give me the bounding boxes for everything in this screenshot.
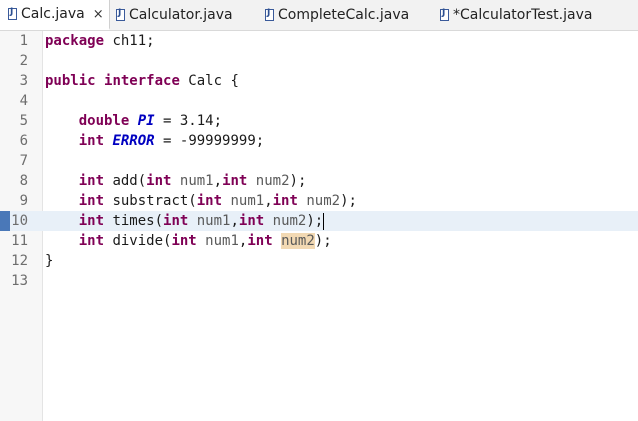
line-number: 9 <box>19 193 28 209</box>
keyword: int <box>78 233 105 249</box>
code-text: ); <box>314 233 332 249</box>
tab-label: Calculator.java <box>129 7 233 23</box>
code-line: 2 <box>0 51 638 71</box>
line-number: 6 <box>19 133 28 149</box>
text-caret <box>323 212 325 230</box>
code-text: = 3.14; <box>154 113 223 129</box>
current-code-line: 10 int times(int num1,int num2); <box>0 211 638 231</box>
java-file-icon <box>440 8 449 21</box>
constant-name: ERROR <box>112 133 155 149</box>
keyword: interface <box>104 73 180 89</box>
keyword: int <box>78 133 105 149</box>
method-name: times( <box>104 213 164 229</box>
method-name: substract( <box>104 193 197 209</box>
method-name: add( <box>104 173 147 189</box>
param-name: num1 <box>171 173 214 189</box>
keyword: int <box>146 173 172 189</box>
keyword: int <box>171 233 197 249</box>
param-name: num1 <box>188 213 231 229</box>
tab-completecalc-java[interactable]: CompleteCalc.java <box>265 0 409 30</box>
constant-name: PI <box>137 113 155 129</box>
line-number: 10 <box>11 213 28 229</box>
line-number: 3 <box>19 73 28 89</box>
keyword: int <box>78 173 105 189</box>
param-name: num1 <box>222 193 265 209</box>
keyword: int <box>196 193 223 209</box>
code-line: 6 int ERROR = -99999999; <box>0 131 638 151</box>
code-text: Calc { <box>179 73 239 89</box>
tab-label: *CalculatorTest.java <box>453 7 593 23</box>
line-number: 11 <box>11 233 28 249</box>
tab-calculator-java[interactable]: Calculator.java <box>116 0 233 30</box>
code-line: 3 public interface Calc { <box>0 71 638 91</box>
line-number: 12 <box>11 253 28 269</box>
keyword: int <box>238 213 265 229</box>
param-name: num1 <box>196 233 239 249</box>
line-number: 8 <box>19 173 28 189</box>
editor-tab-bar: Calc.java × Calculator.java CompleteCalc… <box>0 0 638 31</box>
keyword: public <box>45 73 96 89</box>
tab-label: CompleteCalc.java <box>278 7 410 23</box>
highlighted-param-name: num2 <box>281 233 315 249</box>
line-number: 7 <box>19 153 28 169</box>
code-line: 5 double PI = 3.14; <box>0 111 638 131</box>
code-text: ); <box>306 213 324 229</box>
keyword: int <box>272 193 298 209</box>
code-line: 1 package ch11; <box>0 31 638 51</box>
keyword: double <box>78 113 130 129</box>
keyword: package <box>45 33 105 49</box>
java-file-icon <box>116 8 125 21</box>
method-name: divide( <box>104 233 172 249</box>
param-name: num2 <box>297 193 341 209</box>
code-line: 12 } <box>0 251 638 271</box>
code-text: ch11; <box>104 33 155 49</box>
code-line: 8 int add(int num1,int num2); <box>0 171 638 191</box>
code-text: ); <box>289 173 307 189</box>
code-editor[interactable]: 1 package ch11; 2 3 public interface Cal… <box>0 31 638 421</box>
close-icon[interactable]: × <box>93 7 104 22</box>
keyword: int <box>78 213 105 229</box>
code-text: = -99999999; <box>154 133 265 149</box>
param-name: num2 <box>264 213 307 229</box>
line-number: 13 <box>11 273 28 289</box>
line-number: 4 <box>19 93 28 109</box>
keyword: int <box>222 173 248 189</box>
code-text: } <box>45 253 54 269</box>
code-line: 4 <box>0 91 638 111</box>
param-name: num2 <box>247 173 290 189</box>
tab-calculatortest-java[interactable]: *CalculatorTest.java <box>440 0 592 30</box>
java-file-icon <box>265 8 274 21</box>
line-number: 5 <box>19 113 28 129</box>
line-number: 1 <box>19 33 28 49</box>
tab-calc-java[interactable]: Calc.java × <box>0 0 110 30</box>
code-line: 13 <box>0 271 638 291</box>
code-line: 7 <box>0 151 638 171</box>
keyword: int <box>247 233 273 249</box>
keyword: int <box>163 213 189 229</box>
code-line: 11 int divide(int num1,int num2); <box>0 231 638 251</box>
code-line: 9 int substract(int num1,int num2); <box>0 191 638 211</box>
code-text: ); <box>340 193 357 209</box>
java-file-icon <box>8 7 17 20</box>
keyword: int <box>78 193 105 209</box>
line-number: 2 <box>19 53 28 69</box>
tab-label: Calc.java <box>21 6 85 22</box>
